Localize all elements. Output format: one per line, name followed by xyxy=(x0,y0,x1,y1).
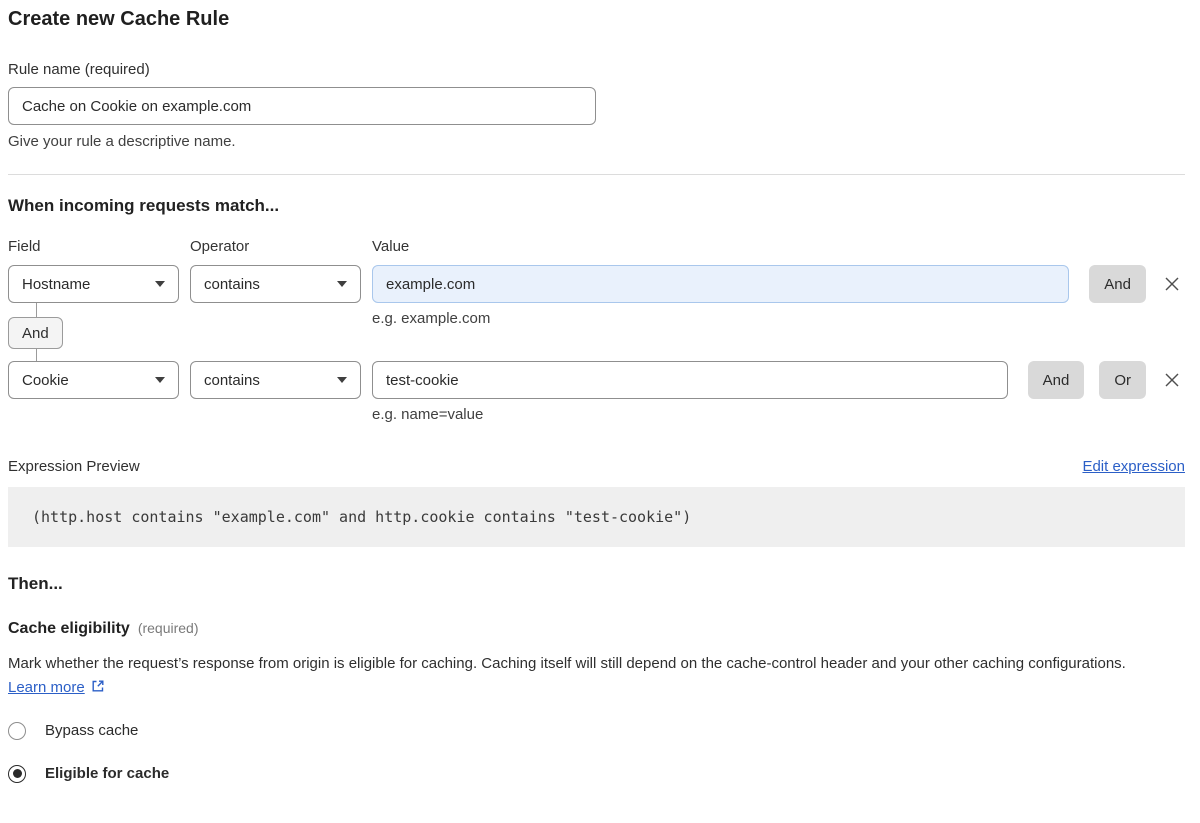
cache-eligibility-description: Mark whether the request’s response from… xyxy=(8,652,1168,700)
operator-select-value: contains xyxy=(204,276,260,293)
or-button[interactable]: Or xyxy=(1099,361,1146,399)
radio-icon-checked[interactable] xyxy=(8,765,26,783)
value-hint: e.g. name=value xyxy=(372,406,1185,423)
edit-expression-link[interactable]: Edit expression xyxy=(1082,458,1185,475)
and-connector-button[interactable]: And xyxy=(8,317,63,349)
radio-dot xyxy=(13,769,22,778)
operator-select[interactable]: contains xyxy=(190,361,361,399)
row-actions: And xyxy=(1089,265,1146,303)
required-note: (required) xyxy=(138,620,199,636)
external-link-icon xyxy=(90,678,106,694)
expression-preview-label: Expression Preview xyxy=(8,458,140,475)
description-text: Mark whether the request’s response from… xyxy=(8,655,1126,672)
create-cache-rule-page: Create new Cache Rule Rule name (require… xyxy=(0,0,1200,823)
radio-bypass-cache[interactable]: Bypass cache xyxy=(8,722,1185,740)
close-icon xyxy=(1161,369,1183,391)
value-column-label: Value xyxy=(372,238,409,255)
field-select[interactable]: Hostname xyxy=(8,265,179,303)
chevron-down-icon xyxy=(155,377,165,383)
operator-select-value: contains xyxy=(204,372,260,389)
operator-select[interactable]: contains xyxy=(190,265,361,303)
radio-icon[interactable] xyxy=(8,722,26,740)
radio-eligible-for-cache[interactable]: Eligible for cache xyxy=(8,765,1185,783)
cache-eligibility-title: Cache eligibility xyxy=(8,620,130,638)
then-heading: Then... xyxy=(8,574,1185,594)
expression-preview-code: (http.host contains "example.com" and ht… xyxy=(8,487,1185,547)
page-title: Create new Cache Rule xyxy=(8,7,1185,31)
value-input[interactable] xyxy=(372,265,1069,303)
connector-line xyxy=(36,349,37,361)
field-column-label: Field xyxy=(8,238,190,255)
condition-row-2: Cookie contains And Or xyxy=(8,361,1185,399)
close-icon xyxy=(1161,273,1183,295)
rule-name-help: Give your rule a descriptive name. xyxy=(8,133,1185,150)
rule-name-input[interactable] xyxy=(8,87,596,125)
chevron-down-icon xyxy=(337,377,347,383)
match-heading: When incoming requests match... xyxy=(8,196,1185,216)
condition-row-1: Hostname contains And xyxy=(8,265,1185,303)
condition-column-labels: Field Operator Value xyxy=(8,238,1185,255)
value-hint: e.g. example.com xyxy=(372,310,490,327)
connector-band: And e.g. example.com xyxy=(8,303,1185,361)
row-actions: And Or xyxy=(1028,361,1146,399)
radio-label: Bypass cache xyxy=(45,722,138,739)
operator-column-label: Operator xyxy=(190,238,372,255)
connector-line xyxy=(36,303,37,317)
and-button[interactable]: And xyxy=(1089,265,1146,303)
field-select[interactable]: Cookie xyxy=(8,361,179,399)
field-select-value: Cookie xyxy=(22,372,69,389)
remove-condition-button[interactable] xyxy=(1159,361,1185,399)
field-select-value: Hostname xyxy=(22,276,90,293)
section-divider xyxy=(8,174,1185,175)
chevron-down-icon xyxy=(337,281,347,287)
expression-preview-header: Expression Preview Edit expression xyxy=(8,458,1185,475)
radio-label: Eligible for cache xyxy=(45,765,169,782)
remove-condition-button[interactable] xyxy=(1159,265,1185,303)
rule-name-label: Rule name (required) xyxy=(8,61,1185,78)
chevron-down-icon xyxy=(155,281,165,287)
value-input[interactable] xyxy=(372,361,1008,399)
cache-eligibility-header: Cache eligibility (required) xyxy=(8,620,1185,638)
learn-more-link[interactable]: Learn more xyxy=(8,679,85,696)
and-button[interactable]: And xyxy=(1028,361,1085,399)
